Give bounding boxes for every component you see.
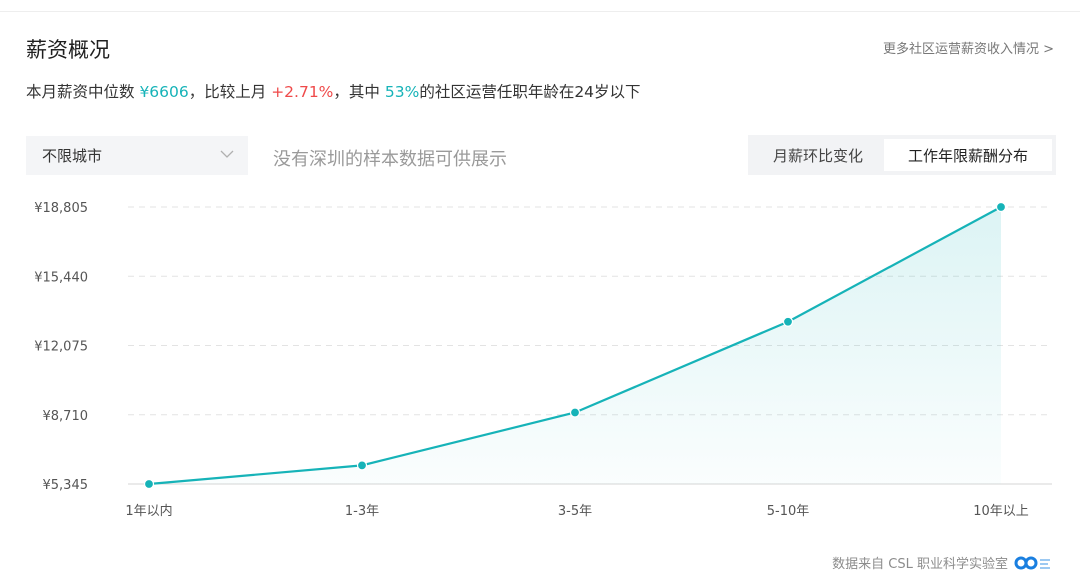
y-tick-label: ¥18,805 (34, 201, 88, 216)
x-tick-label: 1-3年 (345, 504, 379, 519)
summary-compare-text: ，比较上月 (188, 83, 272, 101)
x-tick-label: 5-10年 (767, 504, 810, 519)
monthly-change: +2.71% (271, 83, 334, 101)
chevron-down-icon (220, 150, 234, 158)
data-source-text: 数据来自 CSL 职业科学实验室 (832, 557, 1008, 572)
x-axis-ticks: 1年以内 1-3年 3-5年 5-10年 10年以上 (125, 503, 1028, 519)
data-point (569, 407, 581, 418)
x-tick-label: 3-5年 (558, 504, 592, 519)
y-tick-label: ¥8,710 (43, 409, 89, 424)
city-dropdown-label: 不限城市 (42, 147, 103, 165)
salary-summary: 本月薪资中位数 ¥6606，比较上月 +2.71%，其中 53%的社区运营任职年… (26, 80, 641, 102)
y-tick-label: ¥12,075 (34, 340, 88, 355)
age-percent: 53% (384, 83, 420, 101)
data-point (143, 478, 155, 490)
data-point (782, 316, 794, 327)
top-divider (0, 11, 1080, 12)
salary-experience-chart: ¥5,345 ¥8,710 ¥12,075 ¥15,440 ¥18,805 1年以内 1-… (34, 201, 1052, 519)
median-salary: ¥6606 (139, 83, 189, 101)
tab-monthly-change[interactable]: 月薪环比变化 (752, 139, 884, 171)
no-data-message: 没有深圳的样本数据可供展示 (273, 149, 507, 170)
csl-logo-icon (1014, 556, 1050, 569)
y-tick-label: ¥15,440 (34, 270, 88, 285)
more-salary-link[interactable]: 更多社区运营薪资收入情况 > (883, 38, 1054, 57)
summary-prefix: 本月薪资中位数 (26, 83, 140, 101)
data-point (356, 460, 368, 471)
summary-middle-text: ，其中 (333, 83, 385, 101)
tab-experience-distribution[interactable]: 工作年限薪酬分布 (884, 139, 1052, 171)
x-tick-label: 10年以上 (973, 504, 1029, 519)
y-tick-label: ¥5,345 (43, 478, 89, 493)
chart-mode-toggle: 月薪环比变化 工作年限薪酬分布 (748, 135, 1056, 175)
page-title: 薪资概况 (26, 38, 110, 62)
x-tick-label: 1年以内 (125, 503, 172, 519)
y-axis-ticks: ¥5,345 ¥8,710 ¥12,075 ¥15,440 ¥18,805 (34, 201, 88, 493)
data-source: 数据来自 CSL 职业科学实验室 (832, 553, 1054, 572)
data-point (995, 201, 1007, 213)
summary-suffix: 的社区运营任职年龄在24岁以下 (419, 83, 641, 101)
city-dropdown[interactable]: 不限城市 (26, 136, 248, 175)
